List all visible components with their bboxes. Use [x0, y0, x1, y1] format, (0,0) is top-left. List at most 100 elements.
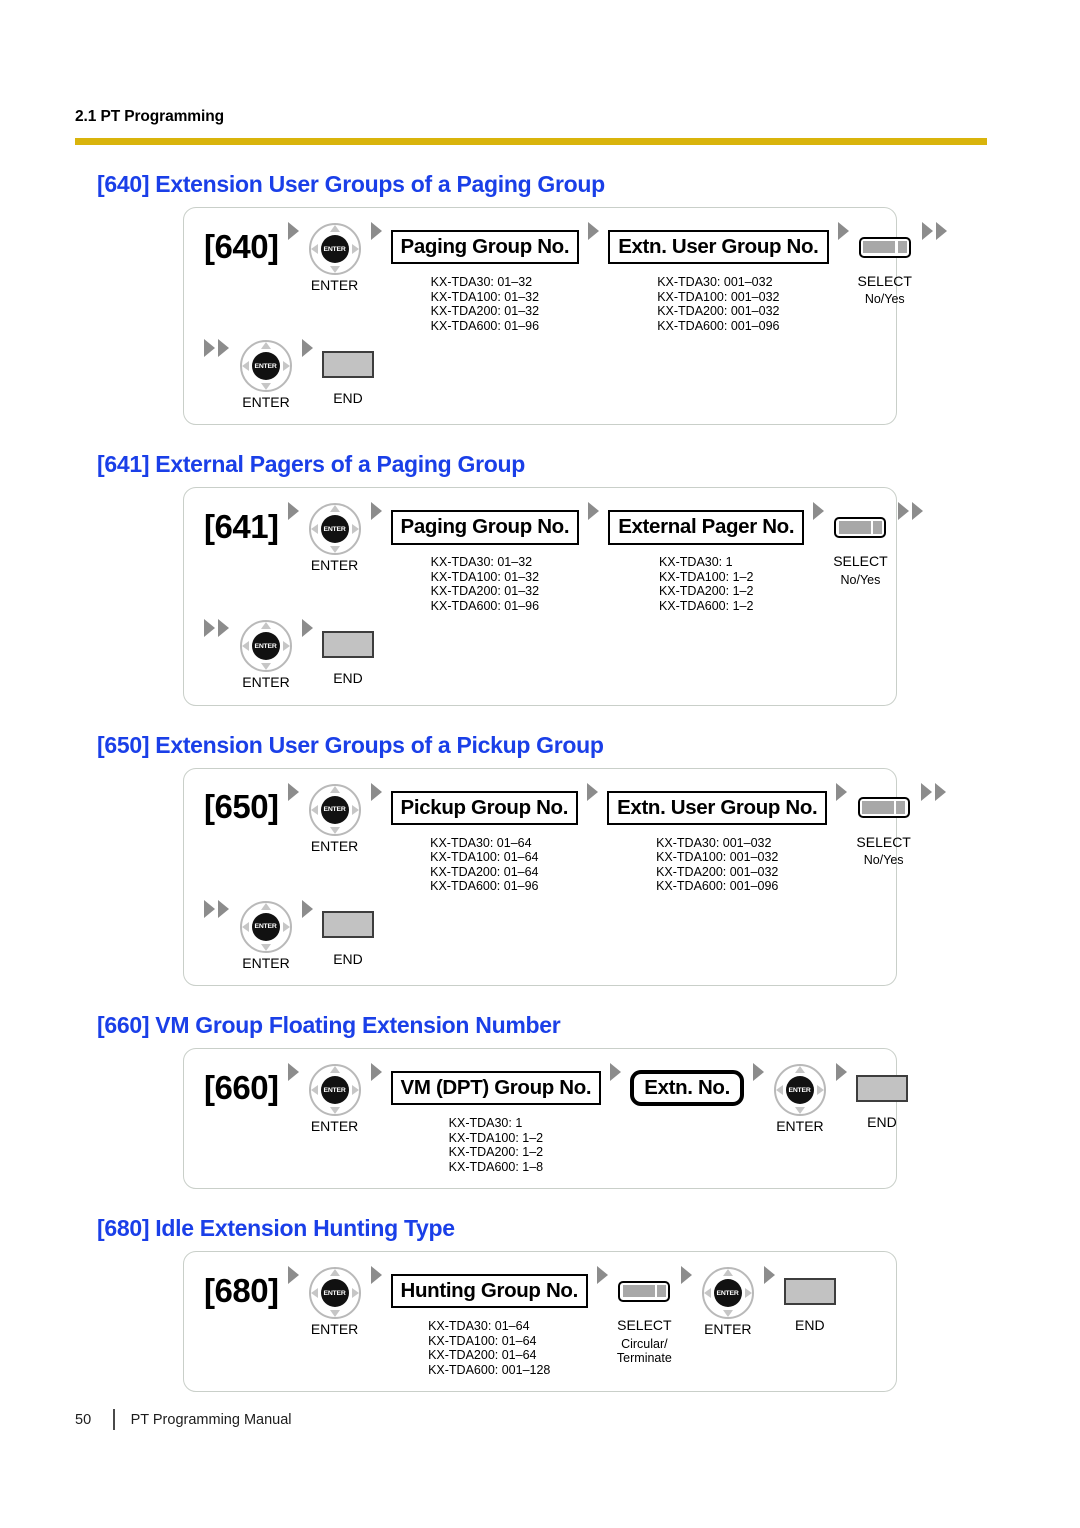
navigator-enter-icon[interactable]: ENTER: [308, 783, 362, 837]
flow-row-2: ENTER ENTER END: [204, 899, 880, 971]
enter-key-caption: ENTER: [776, 1118, 824, 1135]
range-line: KX-TDA600: 01–96: [430, 879, 539, 894]
select-key-caption: SELECT: [857, 273, 912, 289]
range-line: KX-TDA200: 01–32: [430, 584, 540, 599]
nav-up-arrow-icon: [261, 622, 271, 630]
range-line: KX-TDA600: 01–96: [430, 318, 540, 333]
nav-left-arrow-icon: [242, 361, 249, 371]
enter-hub: ENTER: [713, 1279, 742, 1308]
enter-hub: ENTER: [320, 795, 349, 824]
node-program-code: [680]: [204, 1266, 279, 1316]
wrap-forward-marker: [897, 502, 923, 521]
arrow-right-icon: [588, 502, 600, 521]
nav-right-arrow-icon: [283, 921, 290, 932]
arrow-right-icon: [921, 222, 933, 240]
field-box-external-pager-no[interactable]: External Pager No.: [608, 510, 805, 545]
node-enter-key: ENTER ENTER: [239, 900, 293, 971]
section-640: [640] Extension User Groups of a Paging …: [75, 171, 1005, 426]
arrow-right-icon: [218, 619, 229, 638]
arrow-right-icon: [836, 782, 848, 801]
range-line: KX-TDA30: 1: [448, 1116, 523, 1131]
nav-down-arrow-icon: [329, 826, 340, 834]
select-key-caption: SELECT: [617, 1317, 672, 1334]
program-code-641: [641]: [204, 507, 279, 545]
select-key-icon[interactable]: [857, 797, 910, 819]
manual-title: PT Programming Manual: [130, 1411, 292, 1428]
nav-up-arrow-icon: [329, 1066, 340, 1074]
node-select-key: SELECT Circular/ Terminate: [617, 1266, 672, 1365]
range-line: KX-TDA100: 01–32: [430, 569, 540, 584]
nav-up-arrow-icon: [794, 1066, 805, 1074]
wrap-continue-marker: [204, 899, 229, 918]
node-end-key: END: [322, 900, 374, 967]
node-program-code: [641]: [204, 502, 279, 552]
field-box-pickup-group-no[interactable]: Pickup Group No.: [390, 790, 579, 826]
node-enter-key: ENTER ENTER: [308, 222, 362, 293]
nav-right-arrow-icon: [351, 1288, 359, 1299]
arrow-right-icon: [596, 1266, 608, 1285]
nav-right-arrow-icon: [283, 361, 290, 371]
diagram-panel-680: [680] ENTER ENTER Hunting Group No. KX-T…: [183, 1251, 897, 1393]
end-key-icon[interactable]: [322, 630, 374, 658]
end-key-icon[interactable]: [855, 1074, 908, 1102]
field-box-paging-group-no[interactable]: Paging Group No.: [390, 229, 580, 265]
diagram-panel-641: [641] ENTER ENTER Paging Group No. KX-TD…: [183, 487, 923, 706]
field-box-hunting-group-no[interactable]: Hunting Group No.: [390, 1273, 588, 1309]
nav-right-arrow-icon: [283, 641, 290, 652]
navigator-enter-icon[interactable]: ENTER: [308, 502, 362, 556]
navigator-enter-icon[interactable]: ENTER: [773, 1063, 827, 1117]
select-key-icon[interactable]: [834, 516, 887, 538]
flow-row-1: [640] ENTER ENTER Paging Group No. KX-TD…: [204, 222, 947, 333]
range-list-field1: KX-TDA30: 01–32 KX-TDA100: 01–32 KX-TDA2…: [431, 555, 539, 613]
range-line: KX-TDA600: 1–8: [448, 1159, 544, 1174]
nav-left-arrow-icon: [310, 804, 318, 815]
program-code-650: [650]: [204, 788, 279, 826]
enter-key-caption: ENTER: [242, 674, 290, 691]
arrow-right-icon: [837, 222, 849, 240]
enter-hub-label: ENTER: [254, 362, 278, 370]
nav-up-arrow-icon: [261, 342, 271, 349]
arrow-right-icon: [920, 782, 932, 801]
nav-down-arrow-icon: [722, 1310, 733, 1318]
node-end-key: END: [322, 339, 374, 406]
navigator-enter-icon[interactable]: ENTER: [308, 1063, 362, 1117]
field-box-extn-user-group-no[interactable]: Extn. User Group No.: [608, 229, 829, 265]
arrow-right-icon: [302, 899, 313, 918]
select-options: No/Yes: [863, 853, 904, 868]
field-box-paging-group-no[interactable]: Paging Group No.: [390, 510, 580, 545]
navigator-enter-icon[interactable]: ENTER: [239, 619, 293, 673]
select-options: Circular/ Terminate: [617, 1337, 672, 1366]
range-list-field1: KX-TDA30: 01–32 KX-TDA100: 01–32 KX-TDA2…: [431, 275, 539, 333]
select-key-icon[interactable]: [858, 236, 911, 258]
navigator-enter-icon[interactable]: ENTER: [308, 1266, 362, 1320]
nav-right-arrow-icon: [351, 524, 359, 535]
wrap-continue-marker: [204, 339, 229, 357]
navigator-enter-icon[interactable]: ENTER: [239, 339, 293, 393]
node-program-code: [660]: [204, 1063, 279, 1113]
select-key-icon[interactable]: [618, 1280, 671, 1302]
end-key-icon[interactable]: [322, 911, 374, 939]
nav-down-arrow-icon: [329, 266, 340, 273]
node-enter-key: ENTER ENTER: [308, 1063, 362, 1134]
navigator-enter-icon[interactable]: ENTER: [308, 222, 362, 276]
flow-row-1: [660] ENTER ENTER VM (DPT) Group No. KX-…: [204, 1063, 908, 1174]
range-line: KX-TDA30: 1: [658, 555, 733, 570]
range-line: KX-TDA100: 01–64: [428, 1333, 537, 1348]
arrow-right-icon: [934, 782, 946, 801]
node-program-code: [640]: [204, 222, 279, 272]
range-line: KX-TDA600: 01–96: [430, 598, 540, 613]
field-box-extn-no[interactable]: Extn. No.: [630, 1069, 744, 1107]
arrow-right-icon: [204, 899, 215, 918]
field-box-vm-dpt-group-no[interactable]: VM (DPT) Group No.: [390, 1070, 602, 1106]
field-box-extn-user-group-no[interactable]: Extn. User Group No.: [607, 790, 828, 826]
enter-hub-label: ENTER: [716, 1289, 739, 1297]
nav-up-arrow-icon: [722, 1269, 733, 1277]
enter-hub: ENTER: [320, 1279, 349, 1308]
arrow-right-icon: [287, 222, 299, 240]
node-end-key: END: [322, 619, 374, 686]
arrow-right-icon: [370, 222, 382, 240]
end-key-icon[interactable]: [783, 1277, 836, 1305]
navigator-enter-icon[interactable]: ENTER: [239, 900, 293, 954]
navigator-enter-icon[interactable]: ENTER: [701, 1266, 755, 1320]
end-key-icon[interactable]: [322, 350, 374, 378]
